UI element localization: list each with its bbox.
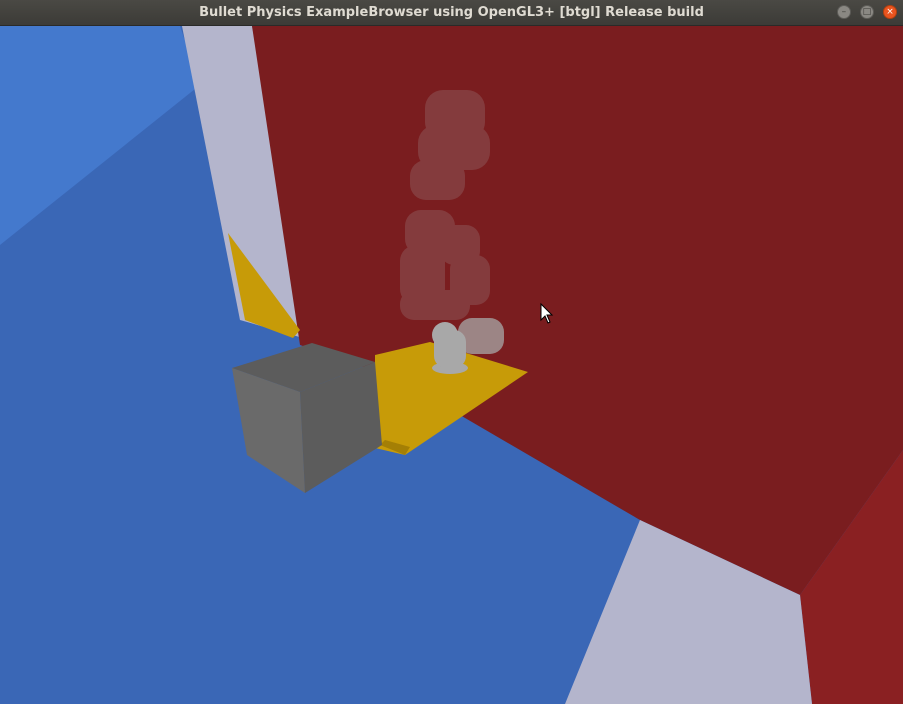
title-bar[interactable]: Bullet Physics ExampleBrowser using Open… <box>0 0 903 26</box>
window-title: Bullet Physics ExampleBrowser using Open… <box>199 5 704 20</box>
close-icon[interactable]: × <box>883 5 897 19</box>
opengl-viewport[interactable] <box>0 26 903 704</box>
maximize-icon[interactable]: □ <box>859 5 874 19</box>
app-window: Bullet Physics ExampleBrowser using Open… <box>0 0 903 704</box>
scene-canvas <box>0 26 903 704</box>
window-controls: – □ × <box>833 5 897 21</box>
minimize-icon[interactable]: – <box>836 5 851 19</box>
